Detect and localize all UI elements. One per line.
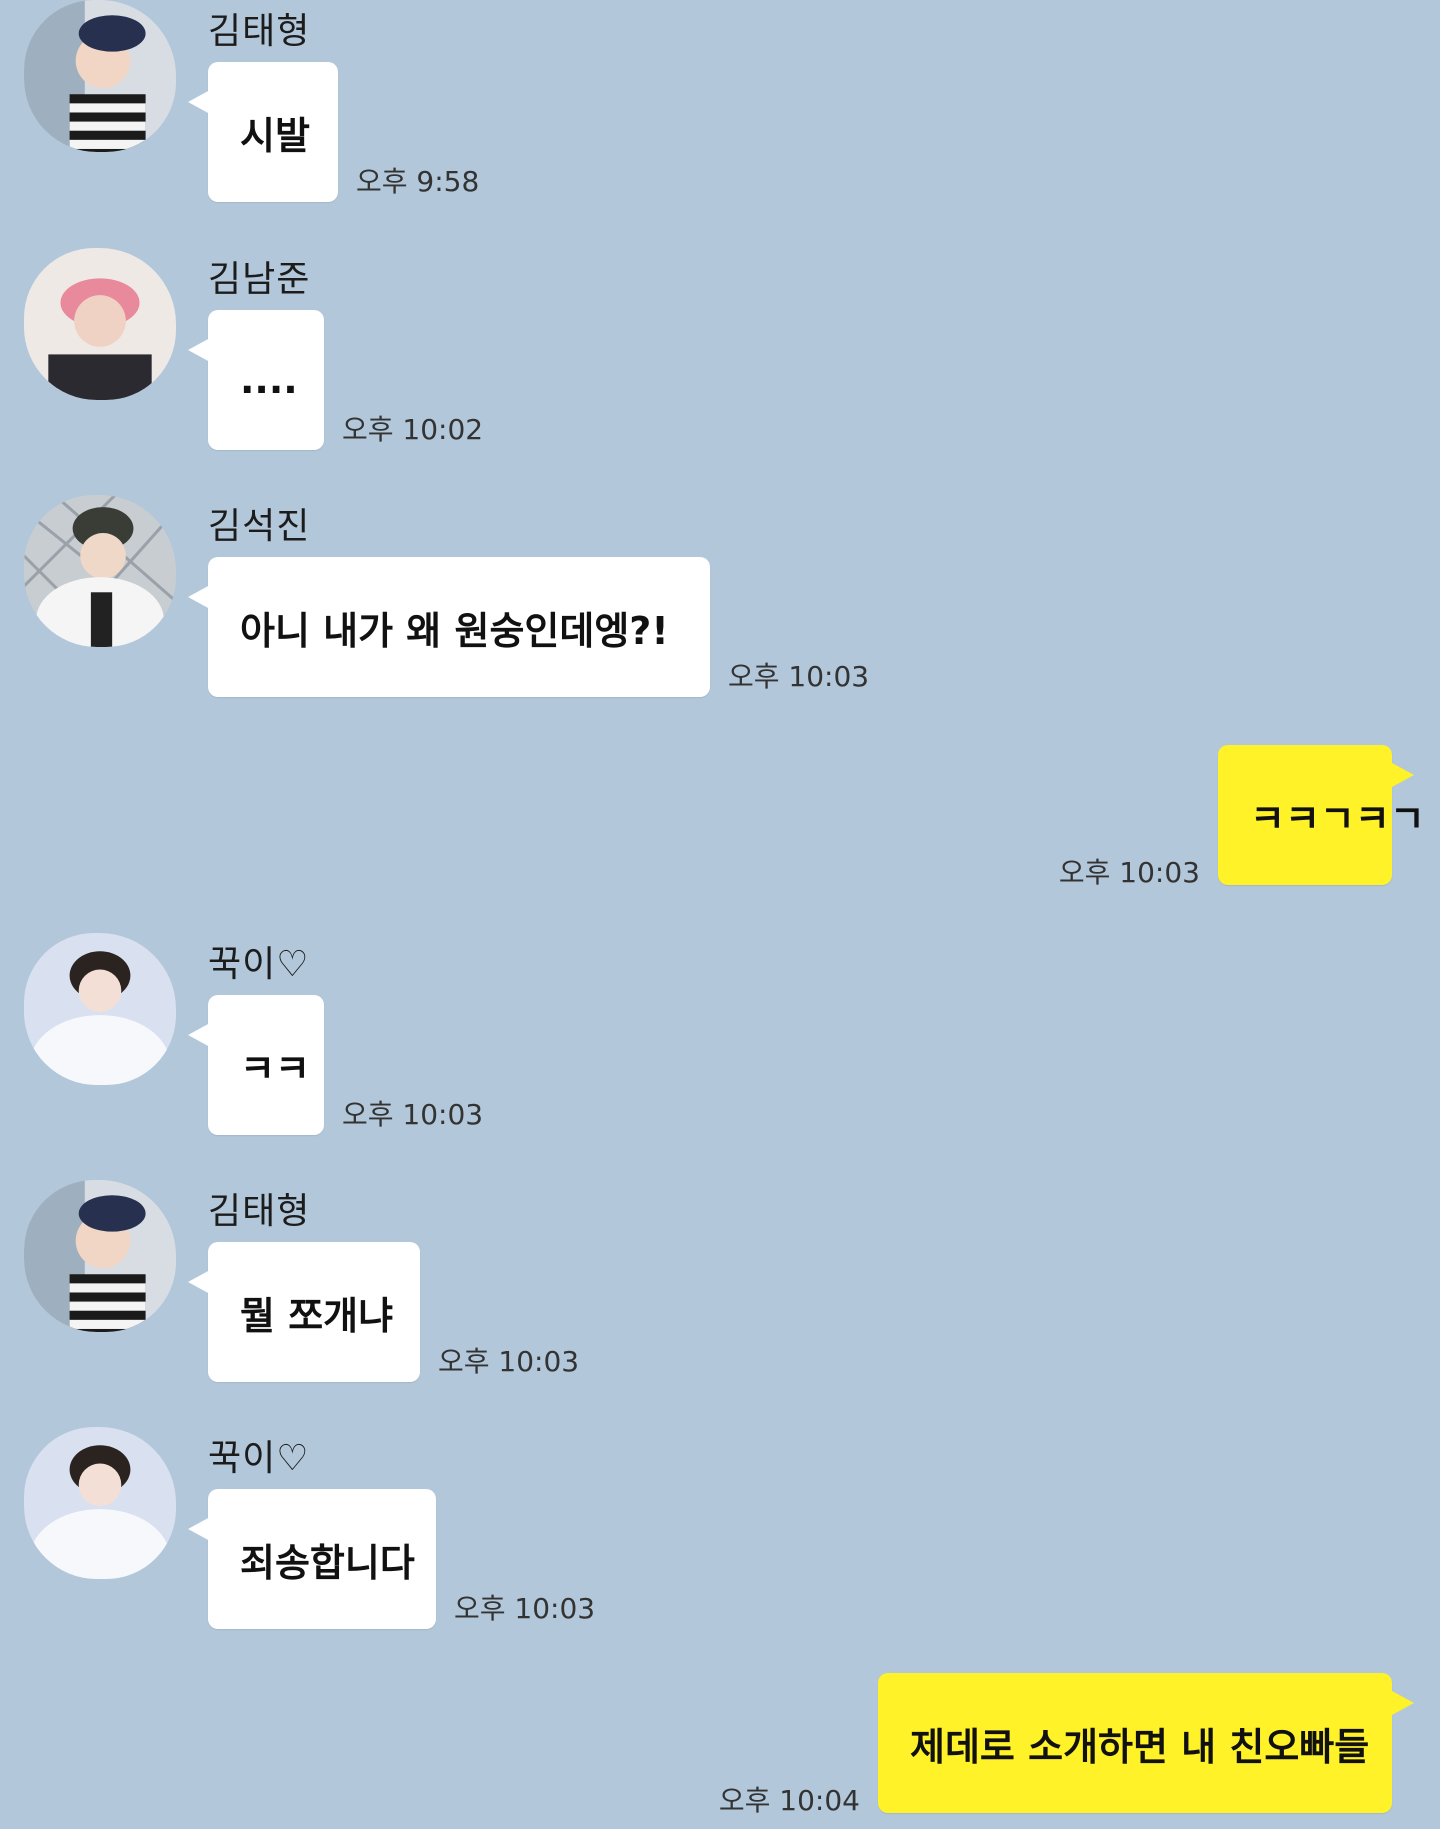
sender-name: 김석진 bbox=[208, 506, 311, 547]
profile-avatar[interactable] bbox=[24, 495, 176, 647]
sender-name: 김태형 bbox=[208, 11, 311, 52]
profile-avatar[interactable] bbox=[24, 248, 176, 400]
avatar-photo-icon bbox=[24, 933, 176, 1085]
message-timestamp: 오후 9:58 bbox=[356, 165, 480, 198]
avatar-photo-icon bbox=[24, 0, 176, 152]
message-bubble[interactable]: 아니 내가 왜 원숭인데엥?! bbox=[188, 557, 710, 697]
sender-name: 꾹이♡ bbox=[208, 1438, 310, 1479]
sender-name: 꾹이♡ bbox=[208, 944, 310, 985]
avatar-photo-icon bbox=[24, 1427, 176, 1579]
message-timestamp: 오후 10:03 bbox=[342, 1098, 484, 1131]
message-bubble[interactable]: 뭘 쪼개냐 bbox=[188, 1242, 420, 1382]
avatar-photo-icon bbox=[24, 248, 176, 400]
sender-name: 김남준 bbox=[208, 259, 311, 300]
message-timestamp: 오후 10:03 bbox=[454, 1592, 596, 1625]
message-bubble[interactable]: ㅋㅋㄱㅋㄱ bbox=[1218, 745, 1425, 885]
message-bubble[interactable]: 제데로 소개하면 내 친오빠들 bbox=[878, 1673, 1414, 1813]
profile-avatar[interactable] bbox=[24, 1180, 176, 1332]
avatar-photo-icon bbox=[24, 495, 176, 647]
message-timestamp: 오후 10:03 bbox=[1058, 856, 1200, 889]
message-bubble[interactable]: 시발 bbox=[188, 62, 338, 202]
profile-avatar[interactable] bbox=[24, 933, 176, 1085]
message-bubble[interactable]: 죄송합니다 bbox=[188, 1489, 436, 1629]
message-timestamp: 오후 10:02 bbox=[342, 413, 484, 446]
message-bubble[interactable]: ㅋㅋ bbox=[188, 995, 324, 1135]
message-timestamp: 오후 10:03 bbox=[438, 1345, 580, 1378]
profile-avatar[interactable] bbox=[24, 0, 176, 152]
message-timestamp: 오후 10:04 bbox=[718, 1784, 860, 1817]
chat-message-list[interactable]: 김태형 시발 오후 9:58 김남준 .... 오후 10:02 김석진 아니 … bbox=[0, 0, 1440, 1829]
message-bubble[interactable]: .... bbox=[188, 310, 324, 450]
message-timestamp: 오후 10:03 bbox=[728, 660, 870, 693]
avatar-photo-icon bbox=[24, 1180, 176, 1332]
profile-avatar[interactable] bbox=[24, 1427, 176, 1579]
sender-name: 김태형 bbox=[208, 1191, 311, 1232]
